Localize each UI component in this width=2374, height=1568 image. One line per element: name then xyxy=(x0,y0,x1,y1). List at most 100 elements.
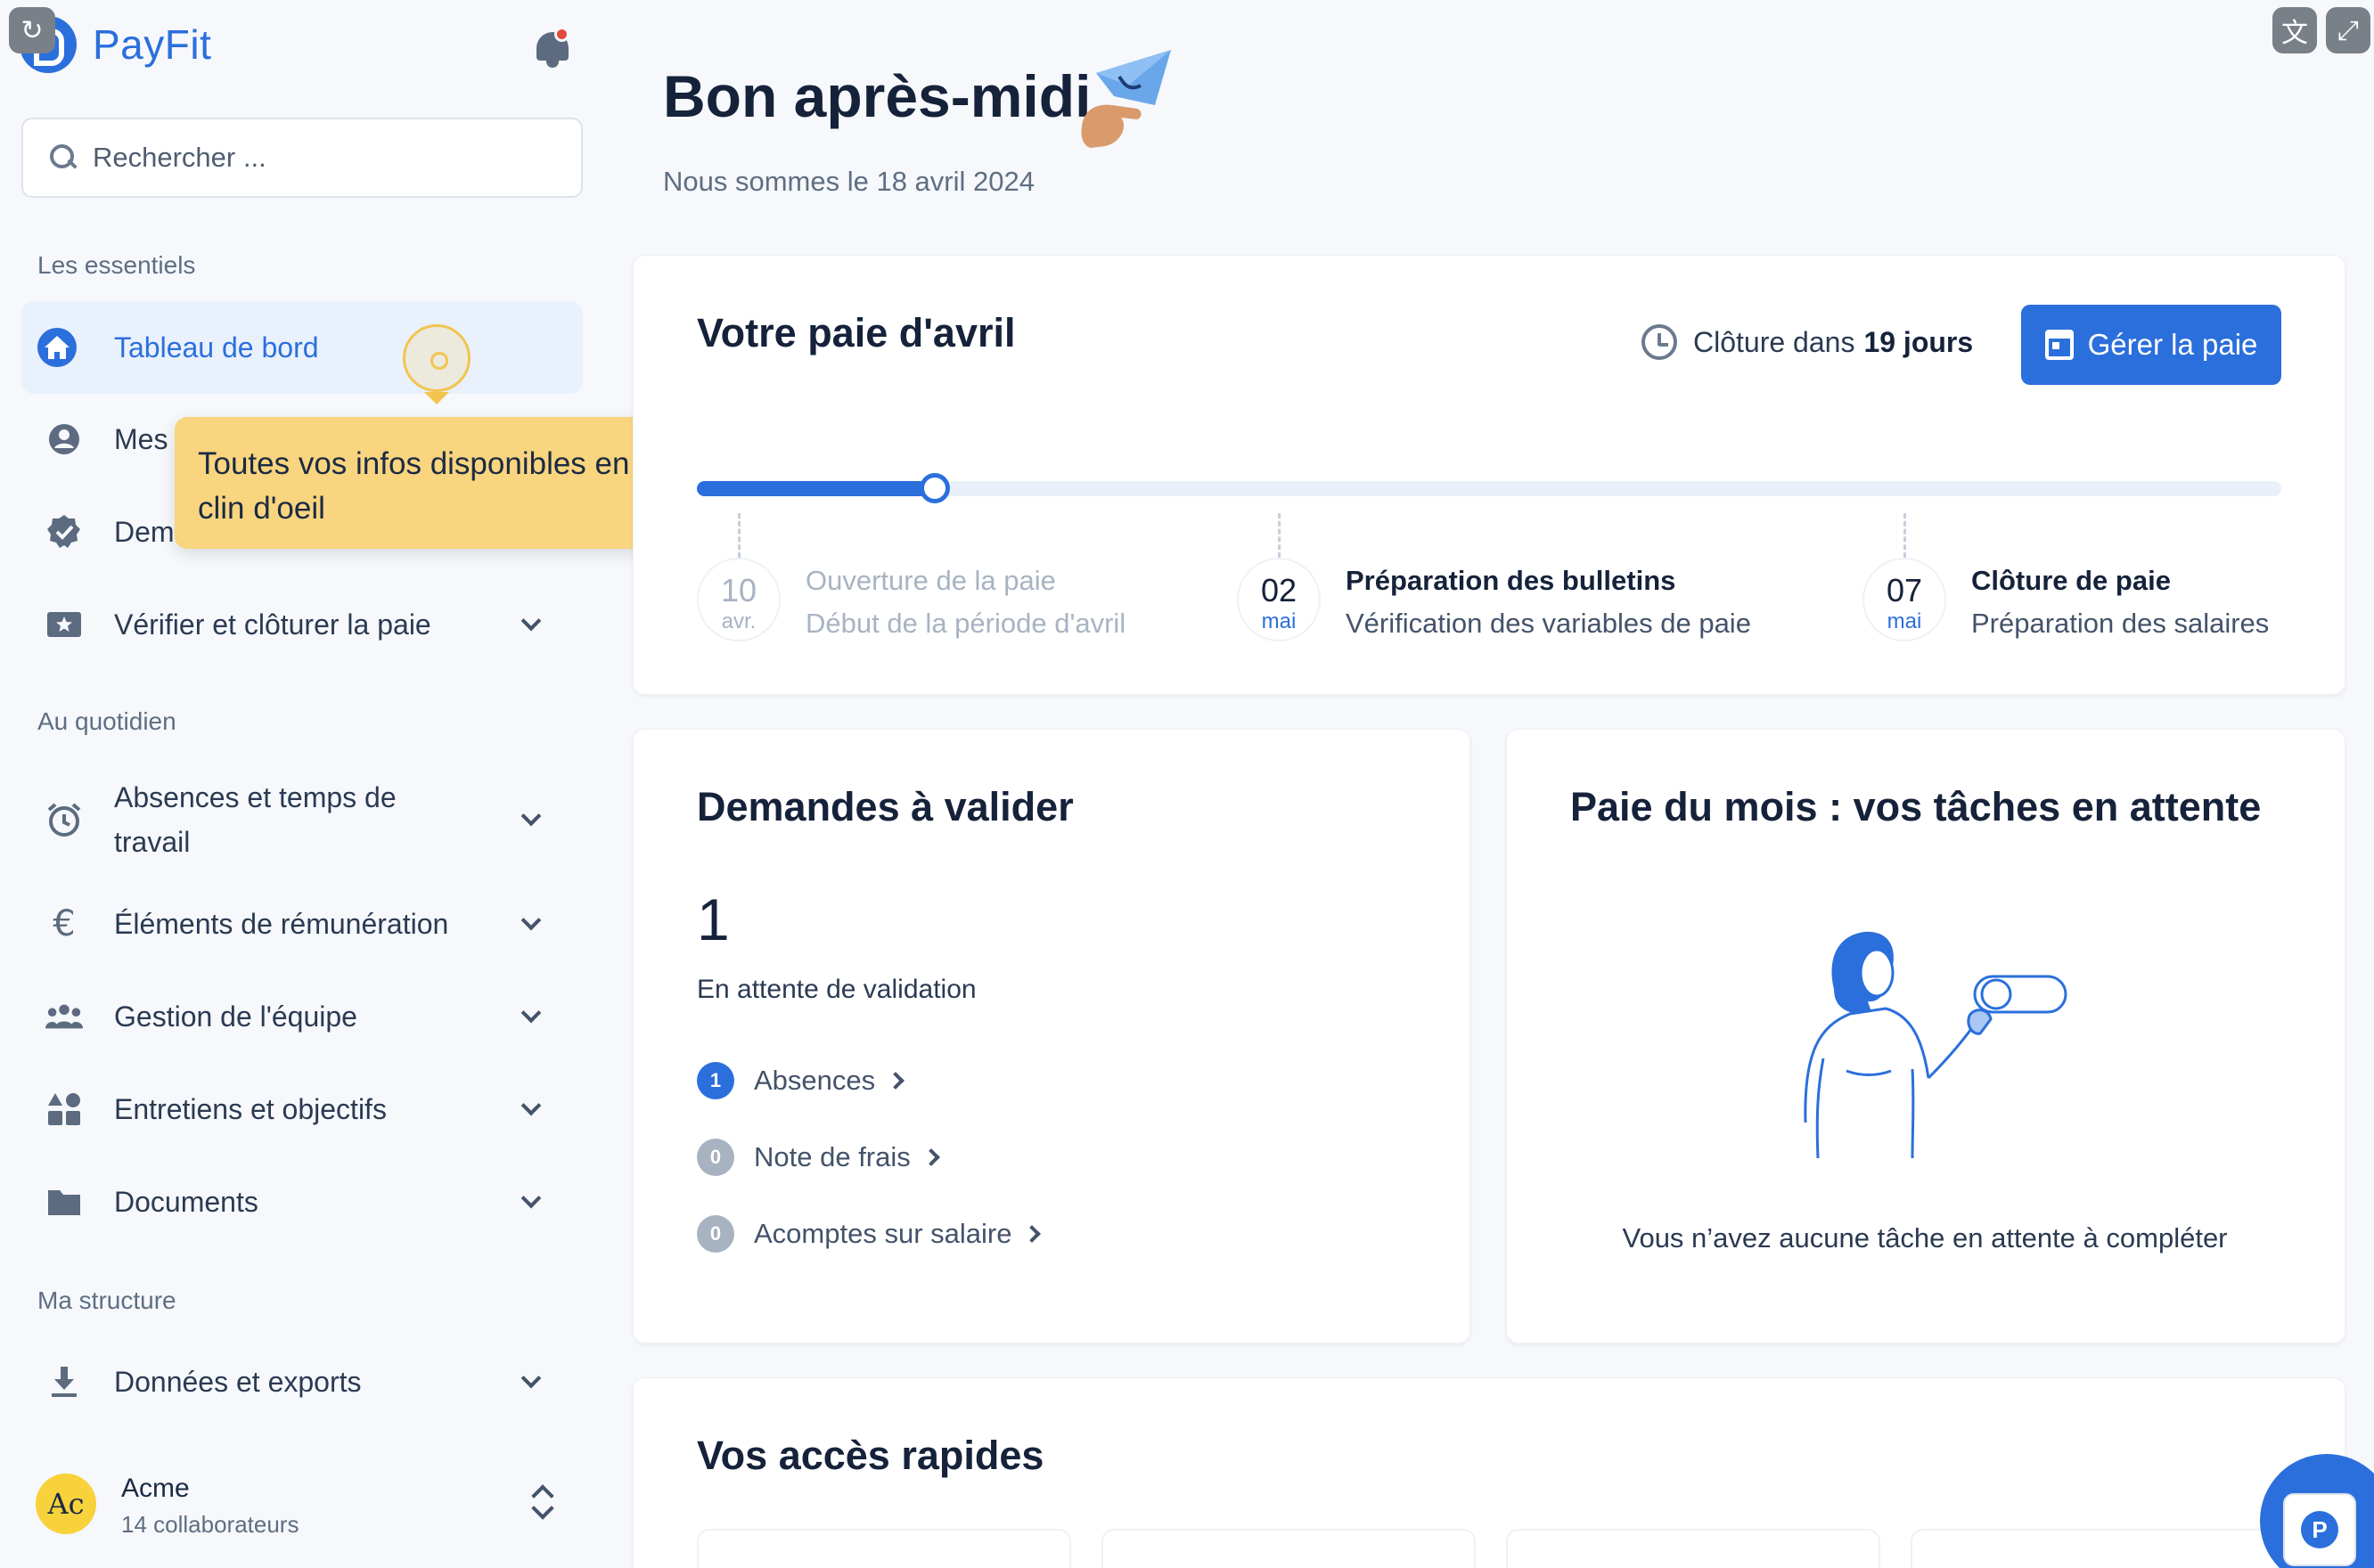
sidebar-item-verify-close-payroll[interactable]: Vérifier et clôturer la paie xyxy=(21,602,583,647)
quick-access-tile[interactable] xyxy=(1911,1529,2285,1568)
milestone-month: mai xyxy=(1261,609,1297,633)
expand-collapse-icon[interactable] xyxy=(533,1481,551,1525)
request-row-label: Note de frais xyxy=(754,1141,911,1172)
section-title-structure: Ma structure xyxy=(37,1286,176,1314)
translate-icon[interactable]: 文 xyxy=(2272,7,2317,53)
search-box[interactable] xyxy=(21,118,583,198)
sidebar-item-label: Données et exports xyxy=(114,1366,362,1398)
sidebar-item-label: Mes xyxy=(114,423,168,455)
tasks-card-title: Paie du mois : vos tâches en attente xyxy=(1570,784,2262,829)
milestone-month: mai xyxy=(1887,609,1922,633)
milestone-day: 02 xyxy=(1260,572,1298,608)
payroll-card-title: Votre paie d'avril xyxy=(697,310,1016,355)
greeting-title: Bon après-midi xyxy=(663,63,1092,129)
app-name: PayFit xyxy=(93,21,212,68)
quick-access-tile[interactable] xyxy=(697,1529,1071,1568)
request-row-label: Acomptes sur salaire xyxy=(754,1218,1012,1249)
alarm-clock-icon xyxy=(45,800,84,839)
notification-dot xyxy=(554,27,569,42)
closing-countdown: Clôture dans 19 jours xyxy=(1641,324,1973,360)
request-row-salary-advances[interactable]: 0 Acomptes sur salaire xyxy=(697,1215,1042,1253)
notifications-bell-icon[interactable] xyxy=(533,27,572,69)
quick-access-tile[interactable] xyxy=(1101,1529,1476,1568)
company-name: Acme xyxy=(121,1474,190,1503)
expand-icon[interactable]: ⤢ xyxy=(2326,7,2370,53)
no-tasks-message: Vous n’avez aucune tâche en attente à co… xyxy=(1622,1222,2228,1254)
sidebar-item-reviews-goals[interactable]: Entretiens et objectifs xyxy=(21,1087,583,1131)
milestone-title: Clôture de paie xyxy=(1971,565,2171,596)
empty-tasks-illustration xyxy=(1804,931,2067,1158)
request-row-absences[interactable]: 1 Absences xyxy=(697,1062,905,1099)
shapes-icon xyxy=(45,1090,84,1129)
check-badge-icon xyxy=(45,512,84,551)
search-input[interactable] xyxy=(93,142,556,174)
chevron-right-icon xyxy=(887,1072,905,1090)
milestone-date-closing: 07 mai xyxy=(1862,558,1946,641)
milestone-day: 07 xyxy=(1886,572,1923,608)
milestone-title: Préparation des bulletins xyxy=(1346,565,1676,596)
today-date: Nous sommes le 18 avril 2024 xyxy=(663,166,1035,197)
milestone-date-preparation: 02 mai xyxy=(1237,558,1321,641)
milestone-day: 10 xyxy=(720,572,757,608)
calendar-icon xyxy=(2044,330,2074,360)
user-circle-icon xyxy=(45,420,84,459)
request-row-label: Absences xyxy=(754,1065,876,1096)
help-chat-icon[interactable]: P xyxy=(2283,1493,2356,1566)
chevron-right-icon xyxy=(921,1148,940,1166)
sidebar-item-remuneration[interactable]: € Éléments de rémunération xyxy=(21,902,583,946)
milestone-month: avr. xyxy=(721,609,757,633)
payroll-progress-knob xyxy=(919,473,950,503)
sidebar-item-label: Gestion de l'équipe xyxy=(114,1000,357,1033)
payroll-progress-fill xyxy=(697,481,935,496)
count-badge: 1 xyxy=(697,1062,734,1099)
company-switcher[interactable]: Ac Acme 14 collaborateurs xyxy=(21,1461,583,1550)
download-icon xyxy=(45,1362,84,1401)
pending-count: 1 xyxy=(697,886,730,952)
manage-payroll-button[interactable]: Gérer la paie xyxy=(2021,305,2281,385)
sidebar-item-label: Entretiens et objectifs xyxy=(114,1093,387,1125)
milestone-subtitle: Préparation des salaires xyxy=(1971,608,2270,639)
chevron-down-icon xyxy=(520,910,542,931)
sidebar-item-label: Éléments de rémunération xyxy=(114,908,449,940)
milestone-subtitle: Vérification des variables de paie xyxy=(1346,608,1751,639)
milestone-connector xyxy=(738,513,741,558)
section-title-daily: Au quotidien xyxy=(37,707,176,735)
request-row-expenses[interactable]: 0 Note de frais xyxy=(697,1139,940,1176)
quick-access-title: Vos accès rapides xyxy=(697,1433,1044,1478)
quick-access-tile[interactable] xyxy=(1506,1529,1880,1568)
clock-icon xyxy=(1641,324,1677,360)
sidebar-item-dashboard[interactable]: Tableau de bord xyxy=(21,301,583,394)
milestone-date-opening: 10 avr. xyxy=(697,558,781,641)
refresh-icon[interactable]: ↻ xyxy=(9,7,55,53)
milestone-title: Ouverture de la paie xyxy=(806,565,1056,596)
sidebar-item-documents[interactable]: Documents xyxy=(21,1180,583,1224)
beacon-pointer xyxy=(424,392,449,404)
chevron-right-icon xyxy=(1023,1225,1042,1243)
closing-prefix: Clôture dans xyxy=(1693,325,1855,358)
chevron-down-icon xyxy=(520,1188,542,1209)
search-icon xyxy=(50,144,77,171)
star-ticket-icon xyxy=(45,605,84,644)
onboarding-beacon[interactable] xyxy=(403,324,471,392)
chevron-down-icon xyxy=(520,1368,542,1389)
sidebar-item-label: Documents xyxy=(114,1186,258,1218)
closing-days: 19 jours xyxy=(1863,325,1974,358)
milestone-connector xyxy=(1278,513,1281,558)
team-icon xyxy=(45,997,84,1036)
chevron-down-icon xyxy=(520,1002,542,1024)
sidebar-item-team[interactable]: Gestion de l'équipe xyxy=(21,994,583,1039)
milestone-connector xyxy=(1903,513,1906,558)
payroll-progress-track xyxy=(697,473,2281,503)
company-avatar: Ac xyxy=(36,1474,96,1534)
sidebar-item-absences[interactable]: Absences et temps de travail xyxy=(21,775,583,864)
waving-hand-illustration xyxy=(1081,50,1171,148)
chevron-down-icon xyxy=(520,1095,542,1116)
chevron-down-icon xyxy=(520,805,542,827)
manage-payroll-label: Gérer la paie xyxy=(2087,328,2258,361)
sidebar-item-data-exports[interactable]: Données et exports xyxy=(21,1360,583,1404)
sidebar-item-label: Vérifier et clôturer la paie xyxy=(114,608,431,641)
euro-icon: € xyxy=(53,903,76,944)
pending-count-label: En attente de validation xyxy=(697,975,977,1004)
sidebar-item-label: Tableau de bord xyxy=(114,331,319,363)
folder-icon xyxy=(45,1182,84,1221)
